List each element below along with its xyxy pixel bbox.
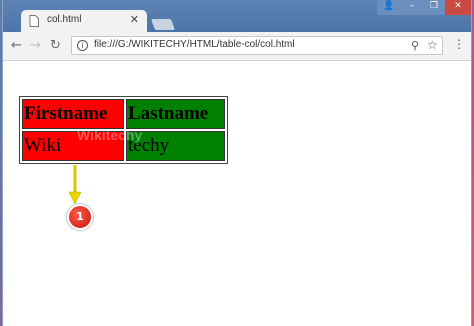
zoom-icon[interactable]: ⚲	[411, 39, 419, 52]
title-bar: col.html ✕ 👤 – ❐ ✕	[3, 0, 471, 32]
star-icon[interactable]: ☆	[427, 38, 438, 52]
maximize-button[interactable]: ❐	[423, 0, 445, 15]
address-bar[interactable]: i file:///G:/WIKITECHY/HTML/table-col/co…	[71, 36, 443, 55]
table-header-row: Firstname Lastname	[22, 99, 225, 129]
tab-title: col.html	[47, 14, 82, 25]
watermark-logo: Wikitechy	[77, 127, 143, 143]
annotation-arrow-icon	[68, 165, 82, 205]
tab-close-icon[interactable]: ✕	[130, 13, 139, 26]
info-icon[interactable]: i	[77, 40, 88, 51]
back-arrow-icon[interactable]: ←	[11, 38, 22, 53]
new-tab-button[interactable]	[150, 19, 176, 30]
reload-icon[interactable]: ↻	[50, 38, 61, 53]
file-icon	[29, 15, 39, 27]
user-button[interactable]: 👤	[377, 0, 401, 15]
page-content: Firstname Lastname Wiki techy Wikitechy …	[3, 61, 471, 326]
browser-window: col.html ✕ 👤 – ❐ ✕ ← → ↻ i file:///G:/WI…	[2, 0, 472, 326]
browser-toolbar: ← → ↻ i file:///G:/WIKITECHY/HTML/table-…	[3, 32, 471, 61]
url-text[interactable]: file:///G:/WIKITECHY/HTML/table-col/col.…	[94, 39, 295, 50]
tab-col-html[interactable]: col.html ✕	[21, 10, 147, 32]
close-icon: ✕	[454, 1, 462, 11]
user-icon: 👤	[383, 1, 395, 11]
header-cell-lastname: Lastname	[126, 99, 225, 129]
annotation-badge: 1	[67, 204, 93, 230]
maximize-icon: ❐	[429, 1, 439, 11]
minimize-button[interactable]: –	[401, 0, 423, 15]
menu-icon[interactable]: ⋮	[453, 38, 465, 50]
minimize-icon: –	[409, 1, 415, 11]
close-window-button[interactable]: ✕	[445, 0, 471, 15]
header-cell-firstname: Firstname	[22, 99, 124, 129]
forward-arrow-icon[interactable]: →	[30, 38, 41, 53]
